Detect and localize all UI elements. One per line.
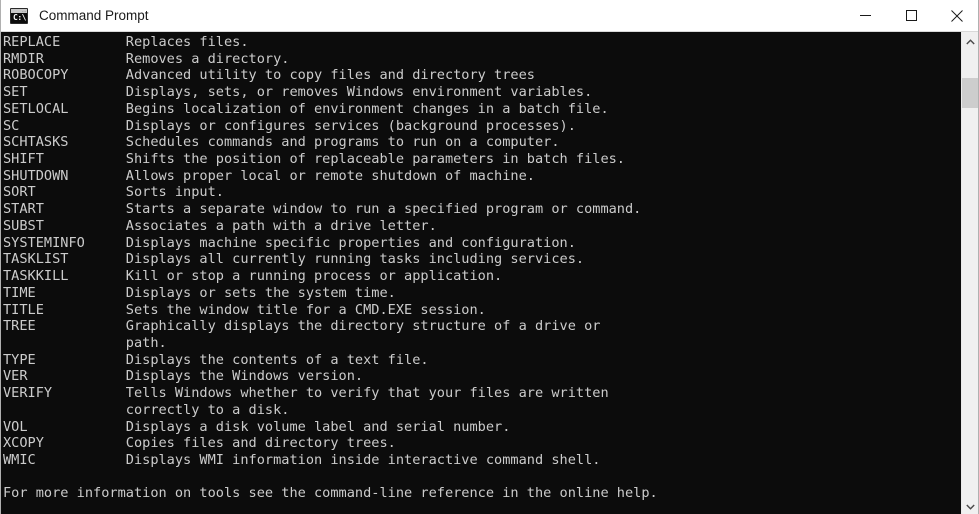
scroll-up-button[interactable] — [962, 32, 978, 49]
close-button[interactable] — [934, 0, 978, 32]
scroll-down-button[interactable] — [962, 497, 978, 514]
console-output-area[interactable]: REPLACE Replaces files. RMDIR Removes a … — [1, 32, 963, 514]
maximize-icon — [905, 10, 917, 21]
chevron-down-icon — [965, 497, 975, 514]
window-controls — [842, 0, 978, 32]
titlebar-drag-area[interactable]: ··· C:\ Command Prompt — [1, 0, 842, 31]
window-title: Command Prompt — [39, 8, 149, 23]
close-icon — [951, 9, 963, 22]
command-prompt-window: ··· C:\ Command Prompt REPLACE Replaces … — [0, 0, 979, 514]
minimize-button[interactable] — [842, 0, 888, 32]
scrollbar-track[interactable] — [962, 49, 978, 497]
scrollbar-thumb[interactable] — [962, 78, 978, 108]
minimize-icon — [859, 10, 871, 21]
maximize-button[interactable] — [888, 0, 934, 32]
command-prompt-icon: ··· C:\ — [10, 7, 28, 24]
titlebar[interactable]: ··· C:\ Command Prompt — [1, 0, 978, 32]
console-scrollbar[interactable] — [961, 32, 978, 514]
console-text: REPLACE Replaces files. RMDIR Removes a … — [3, 34, 658, 502]
chevron-up-icon — [965, 32, 975, 50]
icon-prompt-text: C:\ — [13, 12, 26, 22]
